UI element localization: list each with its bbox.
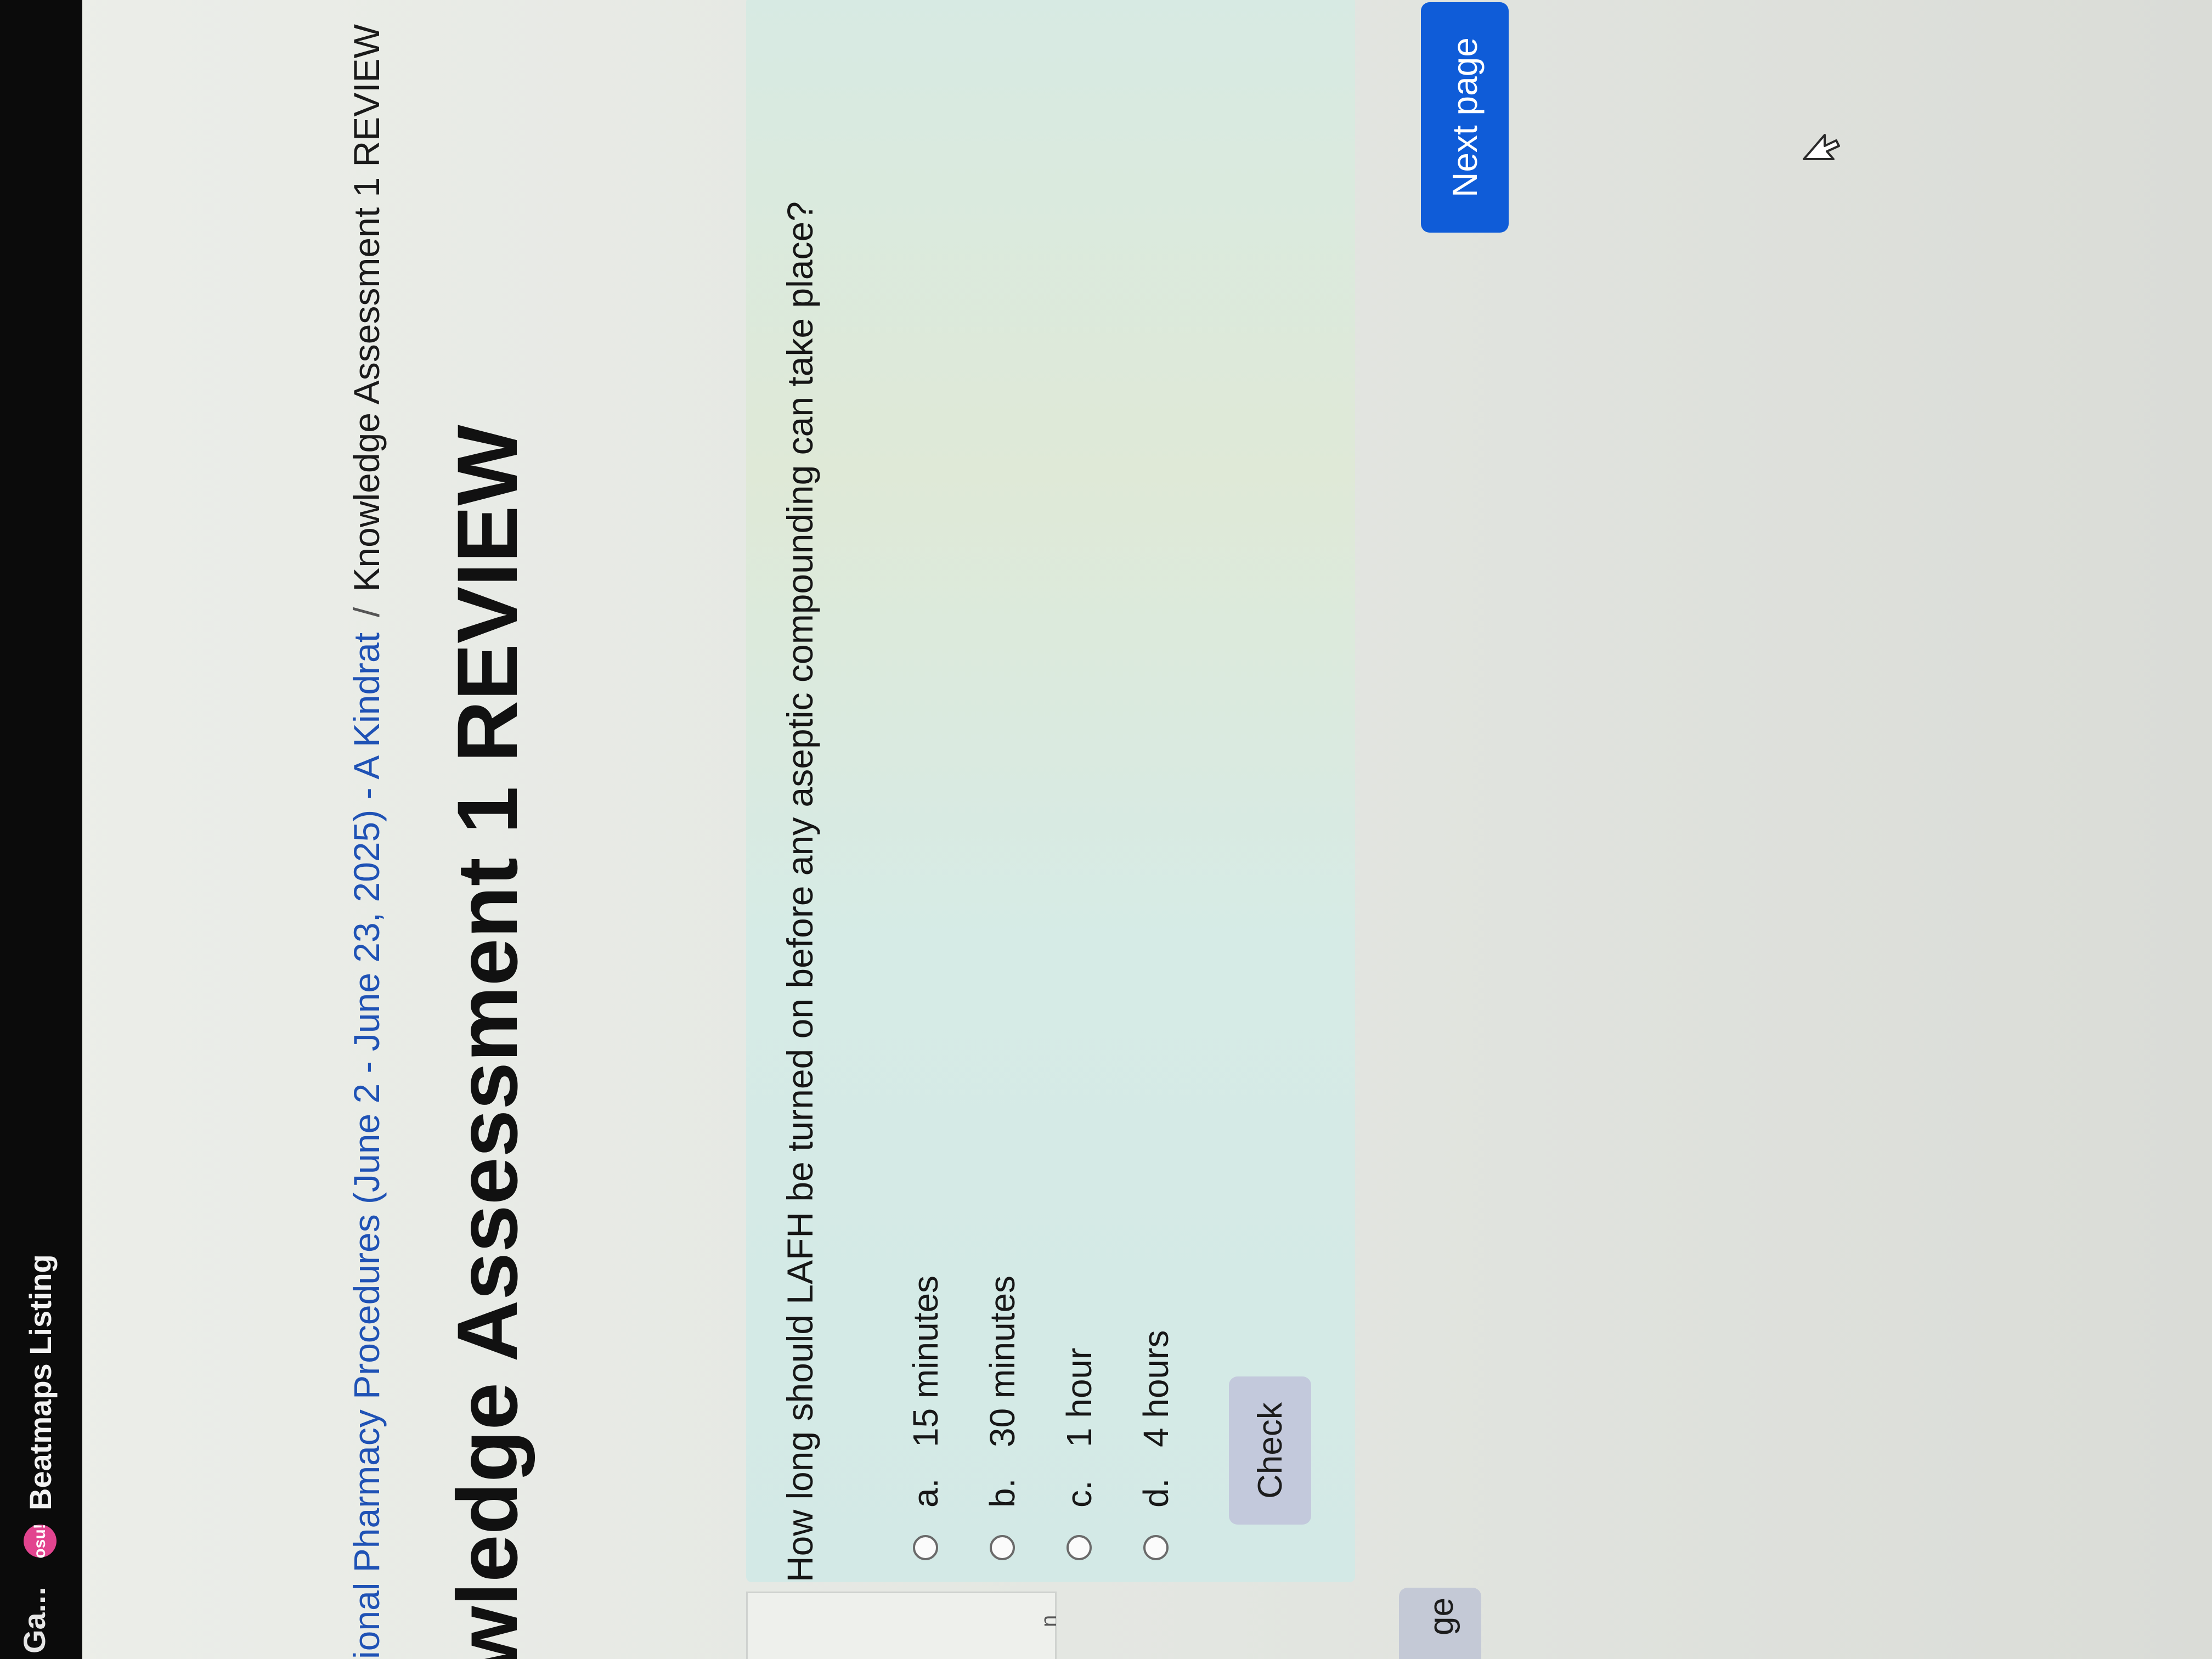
radio-button[interactable] bbox=[1066, 1535, 1092, 1560]
previous-page-label: ge bbox=[1423, 1598, 1460, 1635]
option-letter: a. bbox=[906, 1478, 945, 1508]
previous-page-button[interactable]: ge bbox=[1399, 1588, 1481, 1659]
page-title: owledge Assessment 1 REVIEW bbox=[440, 425, 535, 1659]
quiz-navigation-panel bbox=[746, 1592, 1057, 1659]
browser-tab-bar: Ga... osu! Beatmaps Listing bbox=[0, 0, 82, 1659]
option-label: 4 hours bbox=[1136, 1330, 1176, 1447]
breadcrumb: ional Pharmacy Procedures (June 2 - June… bbox=[346, 24, 387, 1659]
answer-option-d[interactable]: d. 4 hours bbox=[1136, 1330, 1176, 1560]
osu-logo-icon: osu! bbox=[24, 1523, 57, 1559]
browser-tab-partial[interactable]: Ga... bbox=[16, 1587, 52, 1654]
option-letter: c. bbox=[1059, 1480, 1099, 1508]
next-page-button[interactable]: Next page bbox=[1421, 2, 1509, 233]
answer-option-b[interactable]: b. 30 minutes bbox=[982, 1276, 1023, 1560]
page-content: ional Pharmacy Procedures (June 2 - June… bbox=[82, 0, 2212, 1659]
mouse-cursor-icon bbox=[1803, 134, 1840, 160]
question-panel bbox=[746, 0, 1355, 1582]
radio-button[interactable] bbox=[913, 1535, 938, 1560]
breadcrumb-separator: / bbox=[346, 607, 387, 617]
option-label: 1 hour bbox=[1059, 1347, 1099, 1447]
radio-button[interactable] bbox=[990, 1535, 1015, 1560]
browser-tab-beatmaps[interactable]: osu! Beatmaps Listing bbox=[10, 1254, 70, 1558]
question-text: How long should LAFH be turned on before… bbox=[780, 201, 820, 1582]
answer-option-c[interactable]: c. 1 hour bbox=[1059, 1348, 1099, 1560]
option-letter: d. bbox=[1136, 1478, 1176, 1508]
option-letter: b. bbox=[983, 1478, 1022, 1508]
quiz-navigation-partial-text: n bbox=[1037, 1615, 1061, 1627]
radio-button[interactable] bbox=[1143, 1535, 1169, 1560]
option-label: 15 minutes bbox=[906, 1275, 945, 1447]
breadcrumb-current: Knowledge Assessment 1 REVIEW bbox=[346, 24, 387, 592]
option-label: 30 minutes bbox=[983, 1275, 1022, 1447]
answer-option-a[interactable]: a. 15 minutes bbox=[905, 1276, 946, 1560]
check-button[interactable]: Check bbox=[1229, 1376, 1311, 1525]
breadcrumb-course-link[interactable]: ional Pharmacy Procedures (June 2 - June… bbox=[346, 633, 387, 1659]
screen: Ga... osu! Beatmaps Listing ional Pharma… bbox=[0, 0, 2212, 1659]
browser-tab-label: Beatmaps Listing bbox=[22, 1254, 58, 1510]
